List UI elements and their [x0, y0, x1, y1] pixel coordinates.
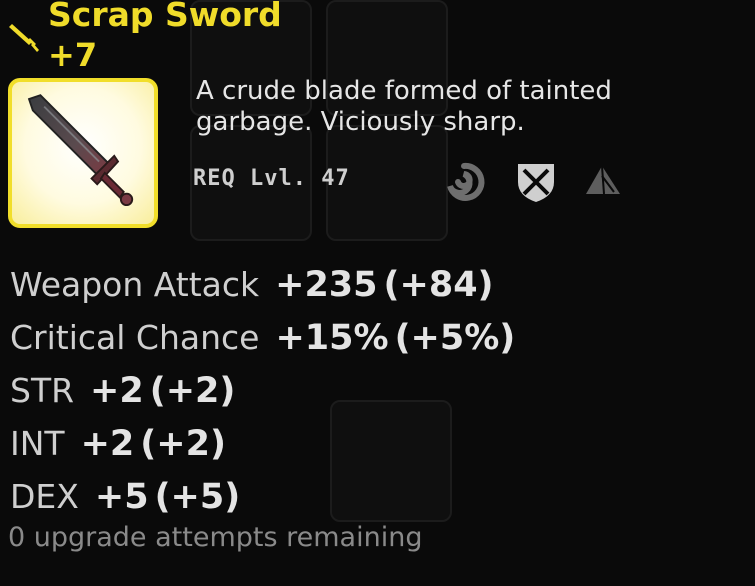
item-name: Scrap Sword: [48, 0, 282, 34]
stat-value: +2: [90, 371, 144, 411]
stat-list: Weapon Attack +235 (+84) Critical Chance +1…: [10, 258, 515, 523]
stat-name: DEX: [10, 477, 79, 516]
stat-critical-chance: Critical Chance +15% (+5%): [10, 311, 515, 364]
upgrade-level: +7: [48, 36, 98, 74]
shield-cross-icon: [518, 164, 554, 202]
stat-value: +2: [80, 424, 135, 464]
stat-name: Critical Chance: [10, 318, 260, 357]
stat-name: Weapon Attack: [10, 265, 260, 304]
stat-bonus: (+84): [383, 265, 494, 305]
swirl-icon: [447, 162, 485, 201]
stat-str: STR +2 (+2): [10, 364, 515, 417]
upgrade-attempts: 0 upgrade attempts remaining: [8, 522, 423, 553]
stat-value: +15%: [275, 318, 389, 358]
sail-icon: [586, 165, 620, 195]
level-requirement: REQ Lvl. 47: [193, 166, 350, 191]
stat-dex: DEX +5 (+5): [10, 470, 515, 523]
item-image-frame: [8, 78, 158, 228]
item-description: A crude blade formed of tainted garbage.…: [196, 76, 612, 137]
stat-int: INT +2 (+2): [10, 417, 515, 470]
stat-bonus: (+2): [149, 371, 236, 411]
stat-name: INT: [10, 424, 65, 463]
sword-icon: [27, 94, 134, 207]
stat-weapon-attack: Weapon Attack +235 (+84): [10, 258, 515, 311]
stat-bonus: (+5): [154, 477, 241, 517]
stat-bonus: (+2): [140, 424, 226, 464]
stat-name: STR: [10, 371, 75, 410]
stat-value: +5: [94, 477, 149, 517]
sword-icon: [9, 24, 39, 52]
stat-value: +235: [275, 265, 378, 305]
stat-bonus: (+5%): [394, 318, 516, 358]
item-tooltip: Scrap Sword +7 A crude blade formed of t…: [0, 0, 755, 586]
